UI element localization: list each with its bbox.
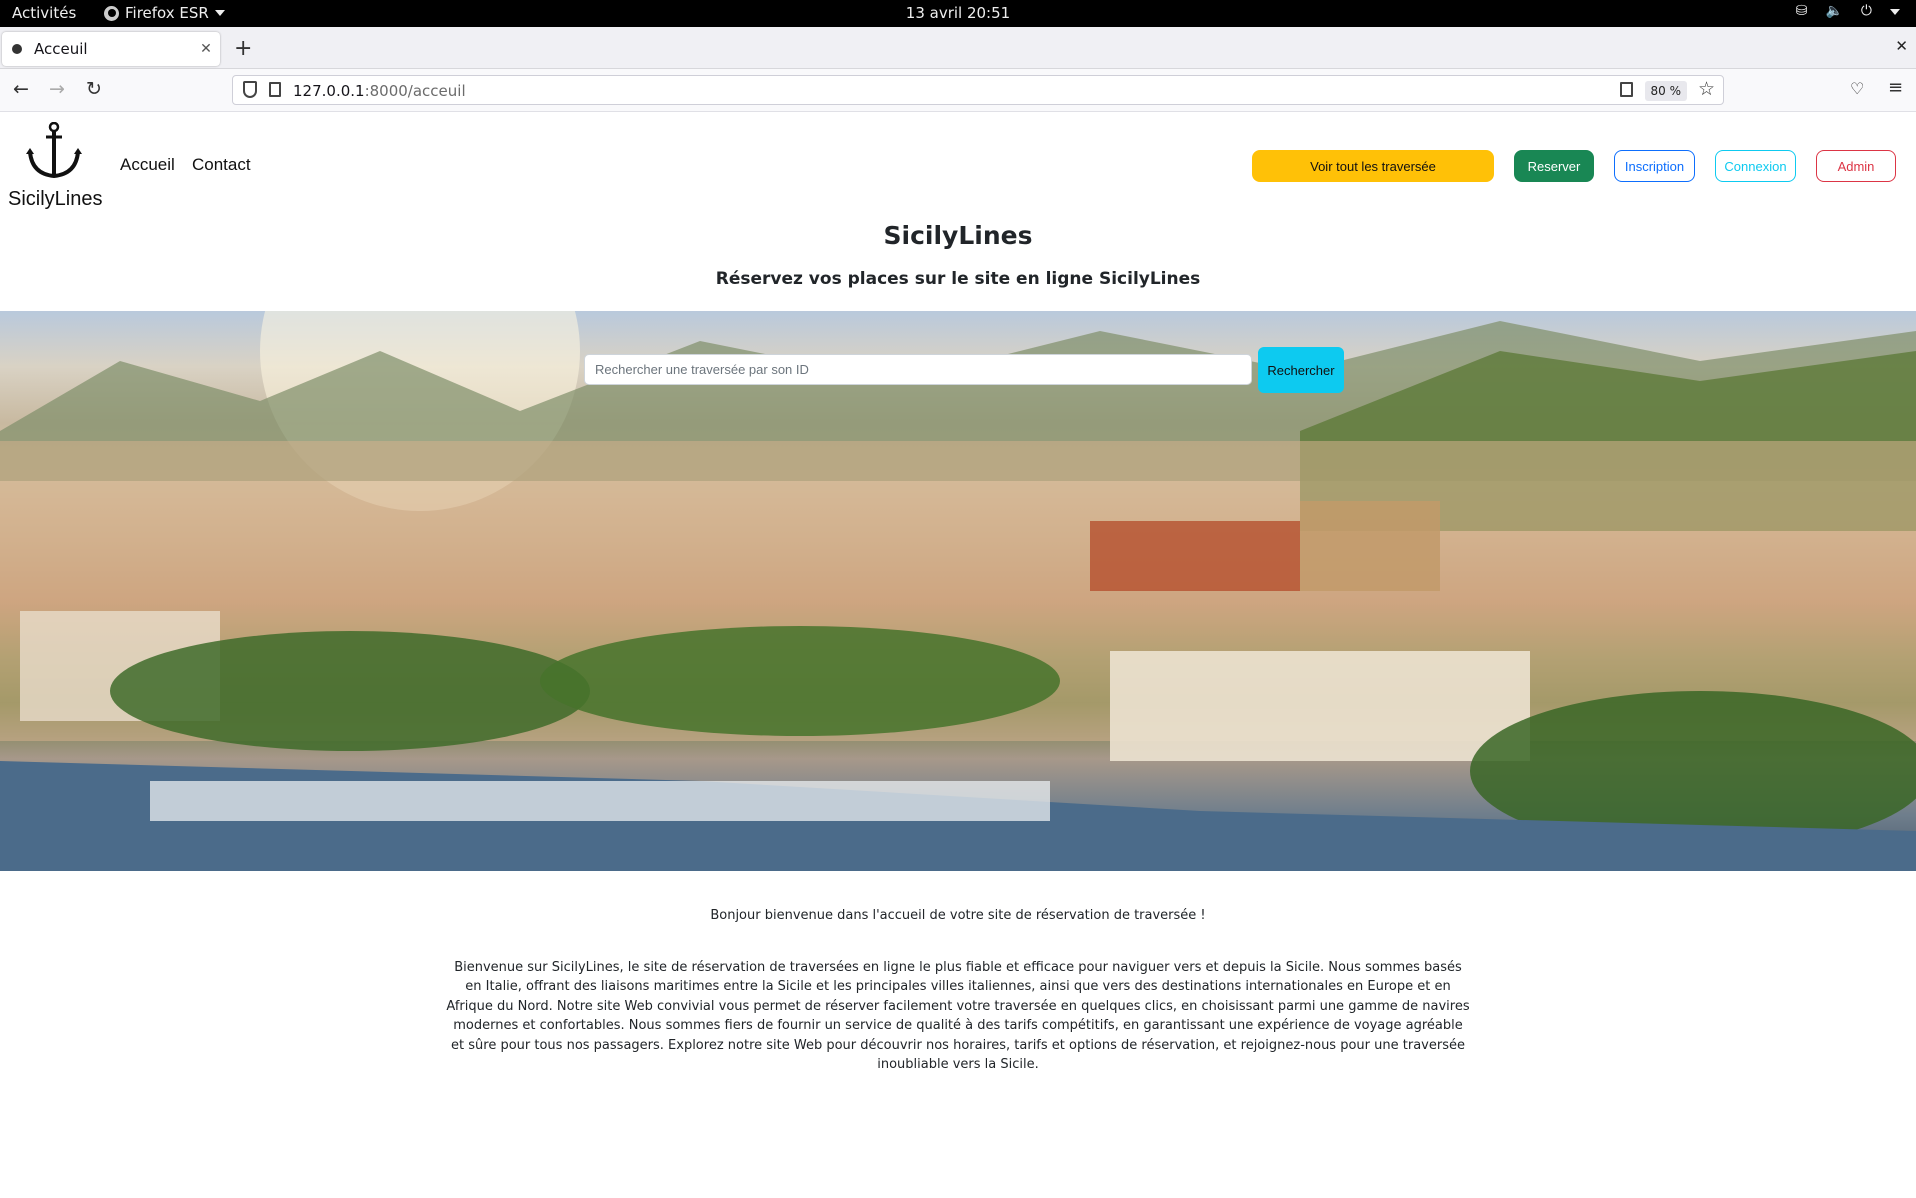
logo-text: SicilyLines xyxy=(8,188,103,210)
reload-icon[interactable]: ↻ xyxy=(86,78,102,100)
login-button[interactable]: Connexion xyxy=(1715,150,1796,182)
all-crossings-button[interactable]: Voir tout les traversée xyxy=(1252,150,1494,182)
clock[interactable]: 13 avril 20:51 xyxy=(0,4,1916,22)
nav-accueil[interactable]: Accueil xyxy=(120,155,175,175)
page-info-icon[interactable] xyxy=(269,82,281,97)
menu-icon[interactable]: ≡ xyxy=(1888,77,1903,98)
tab-favicon-icon xyxy=(12,44,22,54)
web-page: SicilyLines Accueil Contact Voir tout le… xyxy=(0,112,1916,1198)
nav-contact[interactable]: Contact xyxy=(192,155,251,175)
chevron-down-icon xyxy=(1890,9,1900,15)
url-bar[interactable]: 127.0.0.1:8000/acceuil 80 % ☆ xyxy=(232,75,1724,105)
site-description: Bienvenue sur SicilyLines, le site de ré… xyxy=(446,960,1470,1073)
volume-icon: 🔈 xyxy=(1825,3,1843,19)
search-input[interactable] xyxy=(584,354,1252,385)
close-tab-icon[interactable]: ✕ xyxy=(192,41,220,57)
forward-icon[interactable]: → xyxy=(49,78,65,100)
power-icon: ⏻ xyxy=(1860,3,1872,19)
signup-button[interactable]: Inscription xyxy=(1614,150,1695,182)
reader-view-icon[interactable] xyxy=(1620,82,1633,97)
system-top-bar: Activités Firefox ESR 13 avril 20:51 ⛁ 🔈… xyxy=(0,0,1916,27)
new-tab-button[interactable]: + xyxy=(234,36,252,61)
network-icon: ⛁ xyxy=(1795,3,1808,19)
url-text[interactable]: 127.0.0.1:8000/acceuil xyxy=(293,82,466,100)
tab-strip: Acceuil ✕ + ✕ xyxy=(0,27,1916,69)
welcome-message: Bonjour bienvenue dans l'accueil de votr… xyxy=(710,908,1206,923)
back-icon[interactable]: ← xyxy=(13,78,29,100)
page-title: SicilyLines xyxy=(883,221,1033,250)
hero-city-illustration xyxy=(0,311,1916,871)
search-button[interactable]: Rechercher xyxy=(1258,347,1344,393)
page-subtitle: Réservez vos places sur le site en ligne… xyxy=(715,269,1201,289)
hero-banner: Rechercher xyxy=(0,311,1916,871)
url-host: 127.0.0.1 xyxy=(293,82,365,100)
admin-button[interactable]: Admin xyxy=(1816,150,1896,182)
url-path: :8000/acceuil xyxy=(364,82,466,100)
anchor-icon xyxy=(26,122,82,179)
pocket-icon[interactable]: ♡ xyxy=(1850,79,1864,98)
close-window-icon[interactable]: ✕ xyxy=(1895,37,1908,55)
tab-acceuil[interactable]: Acceuil ✕ xyxy=(2,32,220,66)
site-logo[interactable]: SicilyLines xyxy=(8,122,112,210)
tracking-protection-icon[interactable] xyxy=(243,81,257,98)
zoom-level[interactable]: 80 % xyxy=(1644,81,1687,101)
reserve-button[interactable]: Reserver xyxy=(1514,150,1594,182)
tab-title: Acceuil xyxy=(34,40,88,58)
bookmark-star-icon[interactable]: ☆ xyxy=(1698,78,1715,100)
system-tray[interactable]: ⛁ 🔈 ⏻ xyxy=(1796,3,1900,19)
navigation-bar: ← → ↻ 127.0.0.1:8000/acceuil 80 % ☆ ♡ ≡ xyxy=(0,69,1916,112)
